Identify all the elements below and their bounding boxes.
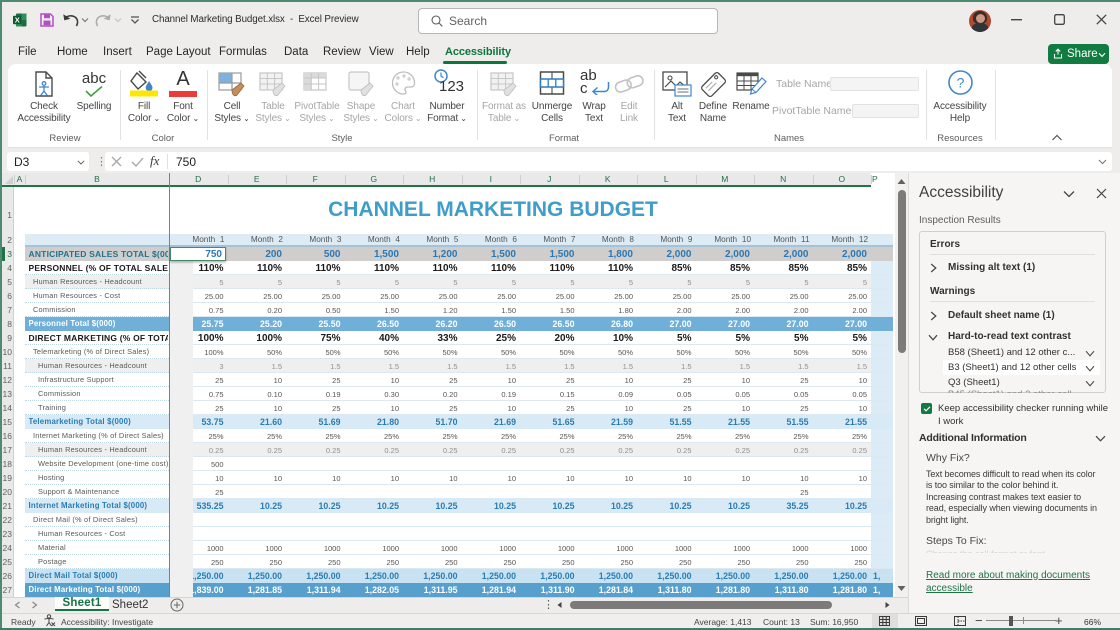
svg-text:?: ?: [957, 75, 965, 91]
svg-text:X: X: [15, 16, 20, 25]
